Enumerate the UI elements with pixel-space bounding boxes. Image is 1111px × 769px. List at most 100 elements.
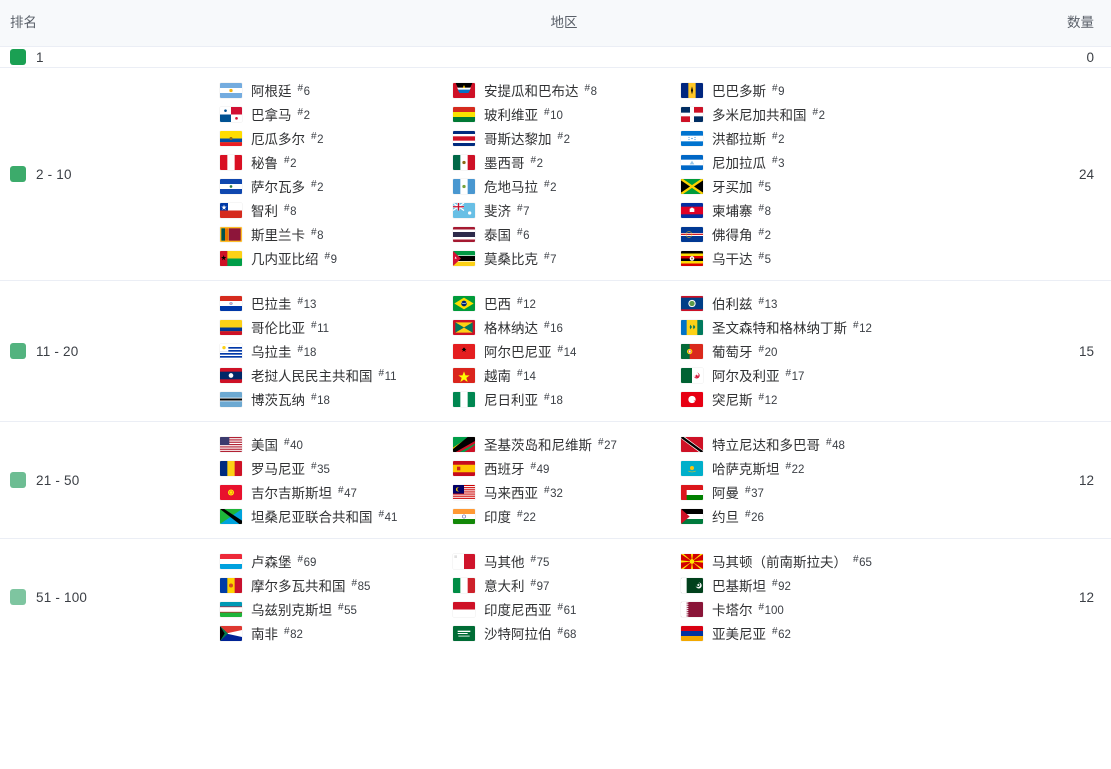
flag-icon-py <box>220 295 242 311</box>
country-name: 亚美尼亚 <box>712 627 766 642</box>
country-item[interactable]: 哥斯达黎加 #2 <box>453 126 681 150</box>
country-item[interactable]: 泰国 #6 <box>453 222 681 246</box>
country-item[interactable]: 阿尔巴尼亚 #14 <box>453 339 681 363</box>
count-cell: 24 <box>1078 166 1094 182</box>
country-name: 阿曼 <box>712 486 739 501</box>
country-item[interactable]: 沙特阿拉伯 #68 <box>453 621 681 645</box>
country-item[interactable]: 哈萨克斯坦 #22 <box>681 456 845 480</box>
country-rank-number: #2 <box>772 130 785 146</box>
country-rank-number: #18 <box>311 391 330 407</box>
country-name: 罗马尼亚 <box>251 462 305 477</box>
country-item[interactable]: 马其他 #75 <box>453 549 681 573</box>
country-item[interactable]: 罗马尼亚 #35 <box>220 456 453 480</box>
country-item[interactable]: 厄瓜多尔 #2 <box>220 126 453 150</box>
country-item[interactable]: 斐济 #7 <box>453 198 681 222</box>
country-item[interactable]: 巴西 #12 <box>453 291 681 315</box>
country-item[interactable]: 约旦 #26 <box>681 504 845 528</box>
country-item[interactable]: 安提瓜和巴布达 #8 <box>453 78 681 102</box>
column-header-region: 地区 <box>550 15 578 31</box>
flag-icon-ar <box>220 82 242 98</box>
country-item[interactable]: 西班牙 #49 <box>453 456 681 480</box>
country-item[interactable]: 乌兹别克斯坦 #55 <box>220 597 453 621</box>
rank-color-swatch <box>10 343 26 359</box>
country-item[interactable]: 多米尼加共和国 #2 <box>681 102 825 126</box>
country-item[interactable]: 阿根廷 #6 <box>220 78 453 102</box>
country-item[interactable]: 圣基茨岛和尼维斯 #27 <box>453 432 681 456</box>
count-cell: 12 <box>1078 472 1094 488</box>
country-item[interactable]: 葡萄牙 #20 <box>681 339 872 363</box>
country-name: 吉尔吉斯斯坦 <box>251 486 332 501</box>
country-item[interactable]: 摩尔多瓦共和国 #85 <box>220 573 453 597</box>
country-item[interactable]: 卡塔尔 #100 <box>681 597 872 621</box>
country-item[interactable]: 伯利兹 #13 <box>681 291 872 315</box>
country-item[interactable]: 危地马拉 #2 <box>453 174 681 198</box>
country-item[interactable]: 阿尔及利亚 #17 <box>681 363 872 387</box>
flag-icon-id <box>453 601 475 617</box>
country-item[interactable]: 越南 #14 <box>453 363 681 387</box>
country-item[interactable]: 马其顿（前南斯拉夫） #65 <box>681 549 872 573</box>
flag-icon-my <box>453 484 475 500</box>
rank-cell: 2 - 10 <box>0 166 220 182</box>
country-item[interactable]: 南非 #82 <box>220 621 453 645</box>
country-item[interactable]: 佛得角 #2 <box>681 222 825 246</box>
country-rank-number: #12 <box>853 319 872 335</box>
country-item[interactable]: 墨西哥 #2 <box>453 150 681 174</box>
country-item[interactable]: 秘鲁 #2 <box>220 150 453 174</box>
country-item[interactable]: 格林纳达 #16 <box>453 315 681 339</box>
country-item[interactable]: 哥伦比亚 #11 <box>220 315 453 339</box>
country-rank-number: #8 <box>758 202 771 218</box>
country-item[interactable]: 几内亚比绍 #9 <box>220 246 453 270</box>
country-rank-number: #40 <box>284 436 303 452</box>
country-item[interactable]: 巴巴多斯 #9 <box>681 78 825 102</box>
region-column-1: 卢森堡 #69 摩尔多瓦共和国 #85 乌兹别克斯坦 #55 南非 #82 <box>220 549 453 645</box>
country-item[interactable]: 洪都拉斯 #2 <box>681 126 825 150</box>
flag-icon-us <box>220 436 242 452</box>
country-item[interactable]: 印度 #22 <box>453 504 681 528</box>
country-item[interactable]: 特立尼达和多巴哥 #48 <box>681 432 845 456</box>
country-item[interactable]: 意大利 #97 <box>453 573 681 597</box>
country-rank-number: #2 <box>311 178 324 194</box>
country-item[interactable]: 尼日利亚 #18 <box>453 387 681 411</box>
flag-icon-am <box>681 625 703 641</box>
flag-icon-cv <box>681 226 703 242</box>
country-name: 尼加拉瓜 <box>712 156 766 171</box>
country-item[interactable]: 乌干达 #5 <box>681 246 825 270</box>
country-item[interactable]: 坦桑尼亚联合共和国 #41 <box>220 504 453 528</box>
country-item[interactable]: 吉尔吉斯斯坦 #47 <box>220 480 453 504</box>
country-item[interactable]: 巴拉圭 #13 <box>220 291 453 315</box>
country-item[interactable]: 老挝人民民主共和国 #11 <box>220 363 453 387</box>
country-item[interactable]: 巴基斯坦 #92 <box>681 573 872 597</box>
country-name: 突尼斯 <box>712 393 753 408</box>
country-name: 哥斯达黎加 <box>484 132 552 147</box>
country-item[interactable]: 尼加拉瓜 #3 <box>681 150 825 174</box>
country-rank-number: #2 <box>758 226 771 242</box>
country-item[interactable]: 莫桑比克 #7 <box>453 246 681 270</box>
country-item[interactable]: 萨尔瓦多 #2 <box>220 174 453 198</box>
table-row: 51 - 100 卢森堡 #69 摩尔多瓦共和国 #85 乌兹别克斯坦 #55 南非 #82 马其… <box>0 539 1111 655</box>
country-item[interactable]: 博茨瓦纳 #18 <box>220 387 453 411</box>
rank-color-swatch <box>10 589 26 605</box>
flag-icon-uz <box>220 601 242 617</box>
country-item[interactable]: 乌拉圭 #18 <box>220 339 453 363</box>
country-item[interactable]: 柬埔寨 #8 <box>681 198 825 222</box>
flag-icon-kg <box>220 484 242 500</box>
country-item[interactable]: 突尼斯 #12 <box>681 387 872 411</box>
country-item[interactable]: 亚美尼亚 #62 <box>681 621 872 645</box>
country-item[interactable]: 美国 #40 <box>220 432 453 456</box>
flag-icon-dz <box>681 367 703 383</box>
country-item[interactable]: 卢森堡 #69 <box>220 549 453 573</box>
country-item[interactable]: 阿曼 #37 <box>681 480 845 504</box>
country-item[interactable]: 斯里兰卡 #8 <box>220 222 453 246</box>
flag-icon-es <box>453 460 475 476</box>
country-item[interactable]: 玻利维亚 #10 <box>453 102 681 126</box>
region-cell: 卢森堡 #69 摩尔多瓦共和国 #85 乌兹别克斯坦 #55 南非 #82 马其他 #75 意大利 #… <box>220 539 961 655</box>
flag-icon-sa <box>453 625 475 641</box>
country-item[interactable]: 圣文森特和格林纳丁斯 #12 <box>681 315 872 339</box>
rank-color-swatch <box>10 166 26 182</box>
country-item[interactable]: 巴拿马 #2 <box>220 102 453 126</box>
country-item[interactable]: 马来西亚 #32 <box>453 480 681 504</box>
country-rank-number: #97 <box>530 577 550 593</box>
country-item[interactable]: 印度尼西亚 #61 <box>453 597 681 621</box>
country-item[interactable]: 牙买加 #5 <box>681 174 825 198</box>
country-item[interactable]: 智利 #8 <box>220 198 453 222</box>
